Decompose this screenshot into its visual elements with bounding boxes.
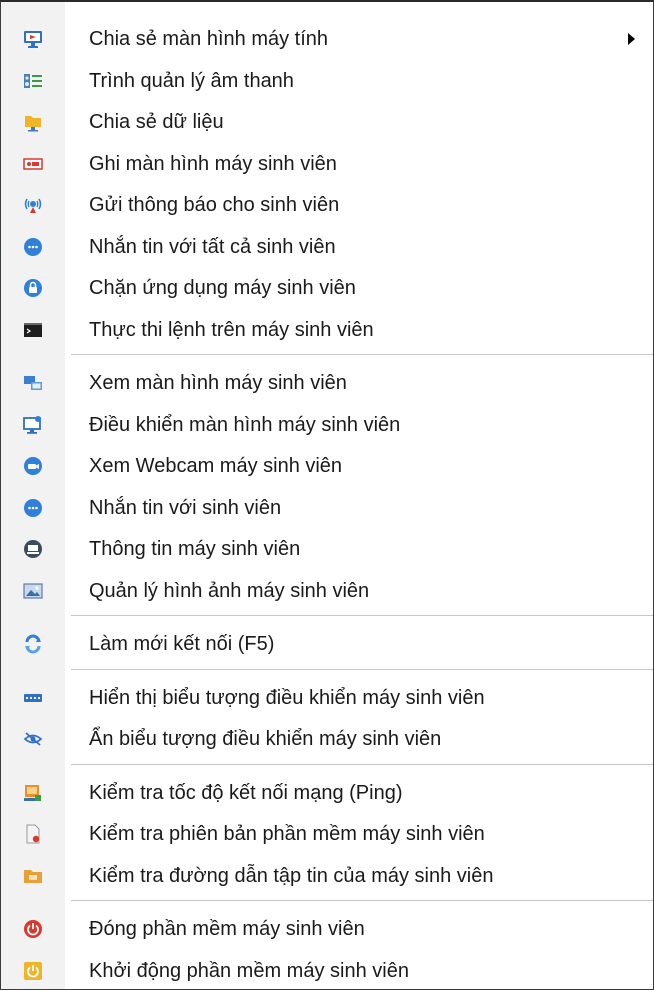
menu-item-label: Thực thi lệnh trên máy sinh viên bbox=[89, 318, 374, 341]
remote-control-icon bbox=[23, 415, 43, 435]
power-on-icon bbox=[23, 961, 43, 981]
menu-item[interactable]: Nhắn tin với tất cả sinh viên bbox=[1, 227, 653, 267]
power-off-icon bbox=[23, 919, 43, 939]
menu-item-label: Nhắn tin với sinh viên bbox=[89, 496, 282, 519]
menu-item[interactable]: Thông tin máy sinh viên bbox=[1, 529, 653, 569]
menu-separator bbox=[71, 354, 653, 358]
terminal-icon bbox=[23, 320, 43, 340]
menu-item-label: Nhắn tin với tất cả sinh viên bbox=[89, 235, 336, 258]
menu-item-label: Xem màn hình máy sinh viên bbox=[89, 372, 347, 394]
show-toolbar-icon bbox=[23, 688, 43, 708]
menu-item-label: Đóng phần mềm máy sinh viên bbox=[89, 918, 365, 940]
view-screen-icon bbox=[23, 373, 43, 393]
menu-item-label: Chặn ứng dụng máy sinh viên bbox=[89, 277, 356, 299]
menu-item[interactable]: Làm mới kết nối (F5) bbox=[1, 624, 653, 664]
menu-item-label: Hiển thị biểu tượng điều khiển máy sinh … bbox=[89, 686, 485, 709]
computer-info-icon bbox=[23, 539, 43, 559]
menu-item[interactable]: Điều khiển màn hình máy sinh viên bbox=[1, 405, 653, 445]
menu-item-label: Khởi động phần mềm máy sinh viên bbox=[89, 959, 409, 982]
chat-icon bbox=[23, 237, 43, 257]
refresh-icon bbox=[23, 634, 43, 654]
folder-share-icon bbox=[23, 112, 43, 132]
menu-item-label: Quản lý hình ảnh máy sinh viên bbox=[89, 579, 370, 602]
menu-item[interactable]: Nhắn tin với sinh viên bbox=[1, 488, 653, 528]
ping-icon bbox=[23, 783, 43, 803]
context-menu: Chia sẻ màn hình máy tính Trình quản lý â… bbox=[0, 0, 654, 990]
menu-item-label: Làm mới kết nối (F5) bbox=[89, 633, 275, 655]
menu-separator bbox=[71, 763, 653, 768]
menu-item[interactable]: Chia sẻ màn hình máy tính bbox=[1, 19, 653, 59]
menu-item[interactable]: Chặn ứng dụng máy sinh viên bbox=[1, 268, 653, 308]
version-check-icon bbox=[23, 824, 43, 844]
menu-item[interactable]: Ẩn biểu tượng điều khiển máy sinh viên bbox=[1, 719, 653, 759]
submenu-arrow-icon bbox=[628, 33, 635, 45]
hide-eye-icon bbox=[23, 729, 43, 749]
menu-item-label: Xem Webcam máy sinh viên bbox=[89, 455, 343, 477]
menu-item-label: Chia sẻ dữ liệu bbox=[89, 111, 224, 133]
menu-item[interactable]: Xem màn hình máy sinh viên bbox=[1, 363, 653, 403]
menu-item[interactable]: Xem Webcam máy sinh viên bbox=[1, 446, 653, 486]
menu-item-label: Chia sẻ màn hình máy tính bbox=[89, 28, 329, 50]
menu-item[interactable]: Gửi thông báo cho sinh viên bbox=[1, 185, 653, 225]
menu-item-label: Điều khiển màn hình máy sinh viên bbox=[89, 413, 401, 436]
menu-item-label: Kiểm tra tốc độ kết nối mạng (Ping) bbox=[89, 781, 403, 804]
menu-item-label: Kiểm tra đường dẫn tập tin của máy sinh … bbox=[89, 864, 494, 887]
block-app-icon bbox=[23, 278, 43, 298]
record-screen-icon bbox=[23, 154, 43, 174]
menu-separator bbox=[71, 900, 653, 904]
menu-item[interactable]: Khởi động phần mềm máy sinh viên bbox=[1, 951, 653, 991]
image-manager-icon bbox=[23, 581, 43, 601]
menu-item[interactable]: Hiển thị biểu tượng điều khiển máy sinh … bbox=[1, 678, 653, 718]
chat-single-icon bbox=[23, 498, 43, 518]
menu-item[interactable]: Kiểm tra phiên bản phần mềm máy sinh viê… bbox=[1, 814, 653, 854]
menu-item[interactable]: Chia sẻ dữ liệu bbox=[1, 102, 653, 142]
broadcast-icon bbox=[23, 195, 43, 215]
menu-item[interactable]: Thực thi lệnh trên máy sinh viên bbox=[1, 310, 653, 350]
menu-item[interactable]: Đóng phần mềm máy sinh viên bbox=[1, 909, 653, 949]
webcam-icon bbox=[23, 456, 43, 476]
menu-separator bbox=[71, 668, 653, 673]
file-path-icon bbox=[23, 866, 43, 886]
menu-item[interactable]: Trình quản lý âm thanh bbox=[1, 61, 653, 101]
menu-item[interactable]: Quản lý hình ảnh máy sinh viên bbox=[1, 571, 653, 611]
audio-manager-icon bbox=[23, 71, 43, 91]
menu-item[interactable]: Ghi màn hình máy sinh viên bbox=[1, 144, 653, 184]
menu-item-label: Trình quản lý âm thanh bbox=[89, 69, 294, 92]
menu-item[interactable]: Kiểm tra tốc độ kết nối mạng (Ping) bbox=[1, 773, 653, 813]
menu-item-label: Kiểm tra phiên bản phần mềm máy sinh viê… bbox=[89, 823, 485, 845]
menu-item-label: Ghi màn hình máy sinh viên bbox=[89, 152, 337, 175]
menu-item-label: Gửi thông báo cho sinh viên bbox=[89, 194, 340, 216]
share-screen-icon bbox=[23, 29, 43, 49]
menu-separator bbox=[71, 615, 653, 619]
menu-item-label: Ẩn biểu tượng điều khiển máy sinh viên bbox=[89, 728, 442, 750]
menu-item-label: Thông tin máy sinh viên bbox=[89, 538, 301, 560]
menu-item[interactable]: Kiểm tra đường dẫn tập tin của máy sinh … bbox=[1, 856, 653, 896]
